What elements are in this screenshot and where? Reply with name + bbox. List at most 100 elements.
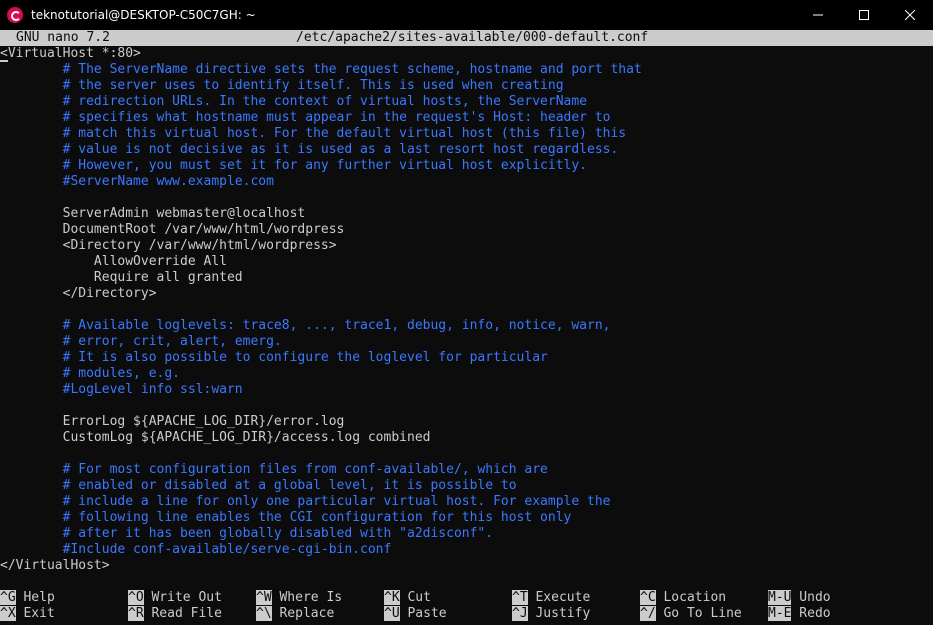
shortcut-key: ^C [640, 590, 656, 605]
shortcut-label: Execute [527, 590, 591, 605]
shortcut-label: Cut [399, 590, 431, 605]
comment-line: # Available loglevels: trace8, ..., trac… [0, 318, 933, 334]
shortcut-key: ^R [128, 606, 144, 621]
code-line: </VirtualHost> [0, 558, 933, 574]
shortcut-row-1: ^G Help ^O Write Out ^W Where Is ^K Cut ^T E… [0, 590, 933, 606]
shortcut-row-2: ^X Exit ^R Read File ^\ Replace ^U Paste ^J … [0, 606, 933, 622]
code-line: AllowOverride All [0, 254, 933, 270]
shortcut-go-to-line[interactable]: ^/ Go To Line [640, 606, 742, 622]
code-line: DocumentRoot /var/www/html/wordpress [0, 222, 933, 238]
shortcut-label: Where Is [271, 590, 343, 605]
debian-logo-icon[interactable] [7, 7, 23, 23]
terminal-content[interactable]: GNU nano 7.2 /etc/apache2/sites-availabl… [0, 30, 933, 625]
nano-version: GNU nano 7.2 [16, 30, 110, 45]
comment-line: # after it has been globally disabled wi… [0, 526, 933, 542]
shortcut-key: ^T [512, 590, 528, 605]
shortcut-write-out[interactable]: ^O Write Out [128, 590, 222, 606]
line-text: #Include conf-available/serve-cgi-bin.co… [0, 542, 392, 557]
line-text: # specifies what hostname must appear in… [0, 110, 611, 125]
shortcut-label: Undo [791, 590, 831, 605]
comment-line: #ServerName www.example.com [0, 174, 933, 190]
minimize-button[interactable] [795, 0, 841, 30]
shortcut-key: M-E [768, 606, 792, 621]
close-button[interactable] [887, 0, 933, 30]
comment-line: # value is not decisive as it is used as… [0, 142, 933, 158]
line-text: ServerAdmin webmaster@localhost [0, 206, 306, 221]
title-bar[interactable]: teknotutorial@DESKTOP-C50C7GH: ~ [0, 0, 933, 30]
line-text: # Available loglevels: trace8, ..., trac… [0, 318, 611, 333]
maximize-button[interactable] [841, 0, 887, 30]
shortcut-label: Exit [15, 606, 55, 621]
shortcut-help[interactable]: ^G Help [0, 590, 55, 606]
shortcut-replace[interactable]: ^\ Replace [256, 606, 334, 622]
comment-line: # the server uses to identify itself. Th… [0, 78, 933, 94]
line-text: # redirection URLs. In the context of vi… [0, 94, 587, 109]
code-line: <VirtualHost *:80> [0, 46, 933, 62]
shortcut-where-is[interactable]: ^W Where Is [256, 590, 342, 606]
comment-line: #LogLevel info ssl:warn [0, 382, 933, 398]
line-text: # include a line for only one particular… [0, 494, 611, 509]
minimize-icon [813, 14, 823, 16]
line-text: <VirtualHost *:80> [0, 46, 141, 61]
comment-line: # It is also possible to configure the l… [0, 350, 933, 366]
code-line: Require all granted [0, 270, 933, 286]
maximize-icon [859, 10, 869, 20]
line-text: # value is not decisive as it is used as… [0, 142, 619, 157]
line-text: AllowOverride All [0, 254, 227, 269]
shortcut-exit[interactable]: ^X Exit [0, 606, 55, 622]
shortcut-paste[interactable]: ^U Paste [384, 606, 447, 622]
shortcut-read-file[interactable]: ^R Read File [128, 606, 222, 622]
shortcut-label: Read File [143, 606, 222, 621]
line-text: # error, crit, alert, emerg. [0, 334, 282, 349]
code-line: </Directory> [0, 286, 933, 302]
code-line: ServerAdmin webmaster@localhost [0, 206, 933, 222]
window-controls [795, 0, 933, 30]
line-text: # enabled or disabled at a global level,… [0, 478, 517, 493]
comment-line: # following line enables the CGI configu… [0, 510, 933, 526]
comment-line: # redirection URLs. In the context of vi… [0, 94, 933, 110]
line-text: # The ServerName directive sets the requ… [0, 62, 642, 77]
shortcut-redo[interactable]: M-E Redo [768, 606, 831, 622]
comment-line: # include a line for only one particular… [0, 494, 933, 510]
comment-line: # However, you must set it for any furth… [0, 158, 933, 174]
line-text: <Directory /var/www/html/wordpress> [0, 238, 337, 253]
shortcut-key: ^G [0, 590, 16, 605]
shortcut-label: Redo [791, 606, 831, 621]
line-text: # following line enables the CGI configu… [0, 510, 572, 525]
shortcut-key: ^J [512, 606, 528, 621]
comment-line: # enabled or disabled at a global level,… [0, 478, 933, 494]
shortcut-execute[interactable]: ^T Execute [512, 590, 590, 606]
shortcut-key: ^K [384, 590, 400, 605]
shortcut-undo[interactable]: M-U Undo [768, 590, 831, 606]
nano-filename: /etc/apache2/sites-available/000-default… [296, 30, 649, 45]
line-text: # For most configuration files from conf… [0, 462, 548, 477]
file-editor-area[interactable]: <VirtualHost *:80> # The ServerName dire… [0, 46, 933, 574]
line-text: #LogLevel info ssl:warn [0, 382, 243, 397]
shortcut-label: Justify [527, 606, 591, 621]
shortcut-key: ^/ [640, 606, 656, 621]
line-text: # after it has been globally disabled wi… [0, 526, 494, 541]
comment-line: # error, crit, alert, emerg. [0, 334, 933, 350]
code-line: ErrorLog ${APACHE_LOG_DIR}/error.log [0, 414, 933, 430]
shortcut-label: Go To Line [655, 606, 742, 621]
line-text: #ServerName www.example.com [0, 174, 274, 189]
code-line: <Directory /var/www/html/wordpress> [0, 238, 933, 254]
line-text: # match this virtual host. For the defau… [0, 126, 627, 141]
comment-line: # For most configuration files from conf… [0, 462, 933, 478]
shortcut-justify[interactable]: ^J Justify [512, 606, 590, 622]
shortcut-key: ^X [0, 606, 16, 621]
code-line: CustomLog ${APACHE_LOG_DIR}/access.log c… [0, 430, 933, 446]
shortcut-label: Replace [271, 606, 335, 621]
shortcut-key: ^O [128, 590, 144, 605]
shortcut-location[interactable]: ^C Location [640, 590, 726, 606]
shortcut-key: ^W [256, 590, 272, 605]
line-text: DocumentRoot /var/www/html/wordpress [0, 222, 345, 237]
line-text: Require all granted [0, 270, 243, 285]
line-text: CustomLog ${APACHE_LOG_DIR}/access.log c… [0, 430, 431, 445]
shortcut-label: Help [15, 590, 55, 605]
shortcut-cut[interactable]: ^K Cut [384, 590, 431, 606]
